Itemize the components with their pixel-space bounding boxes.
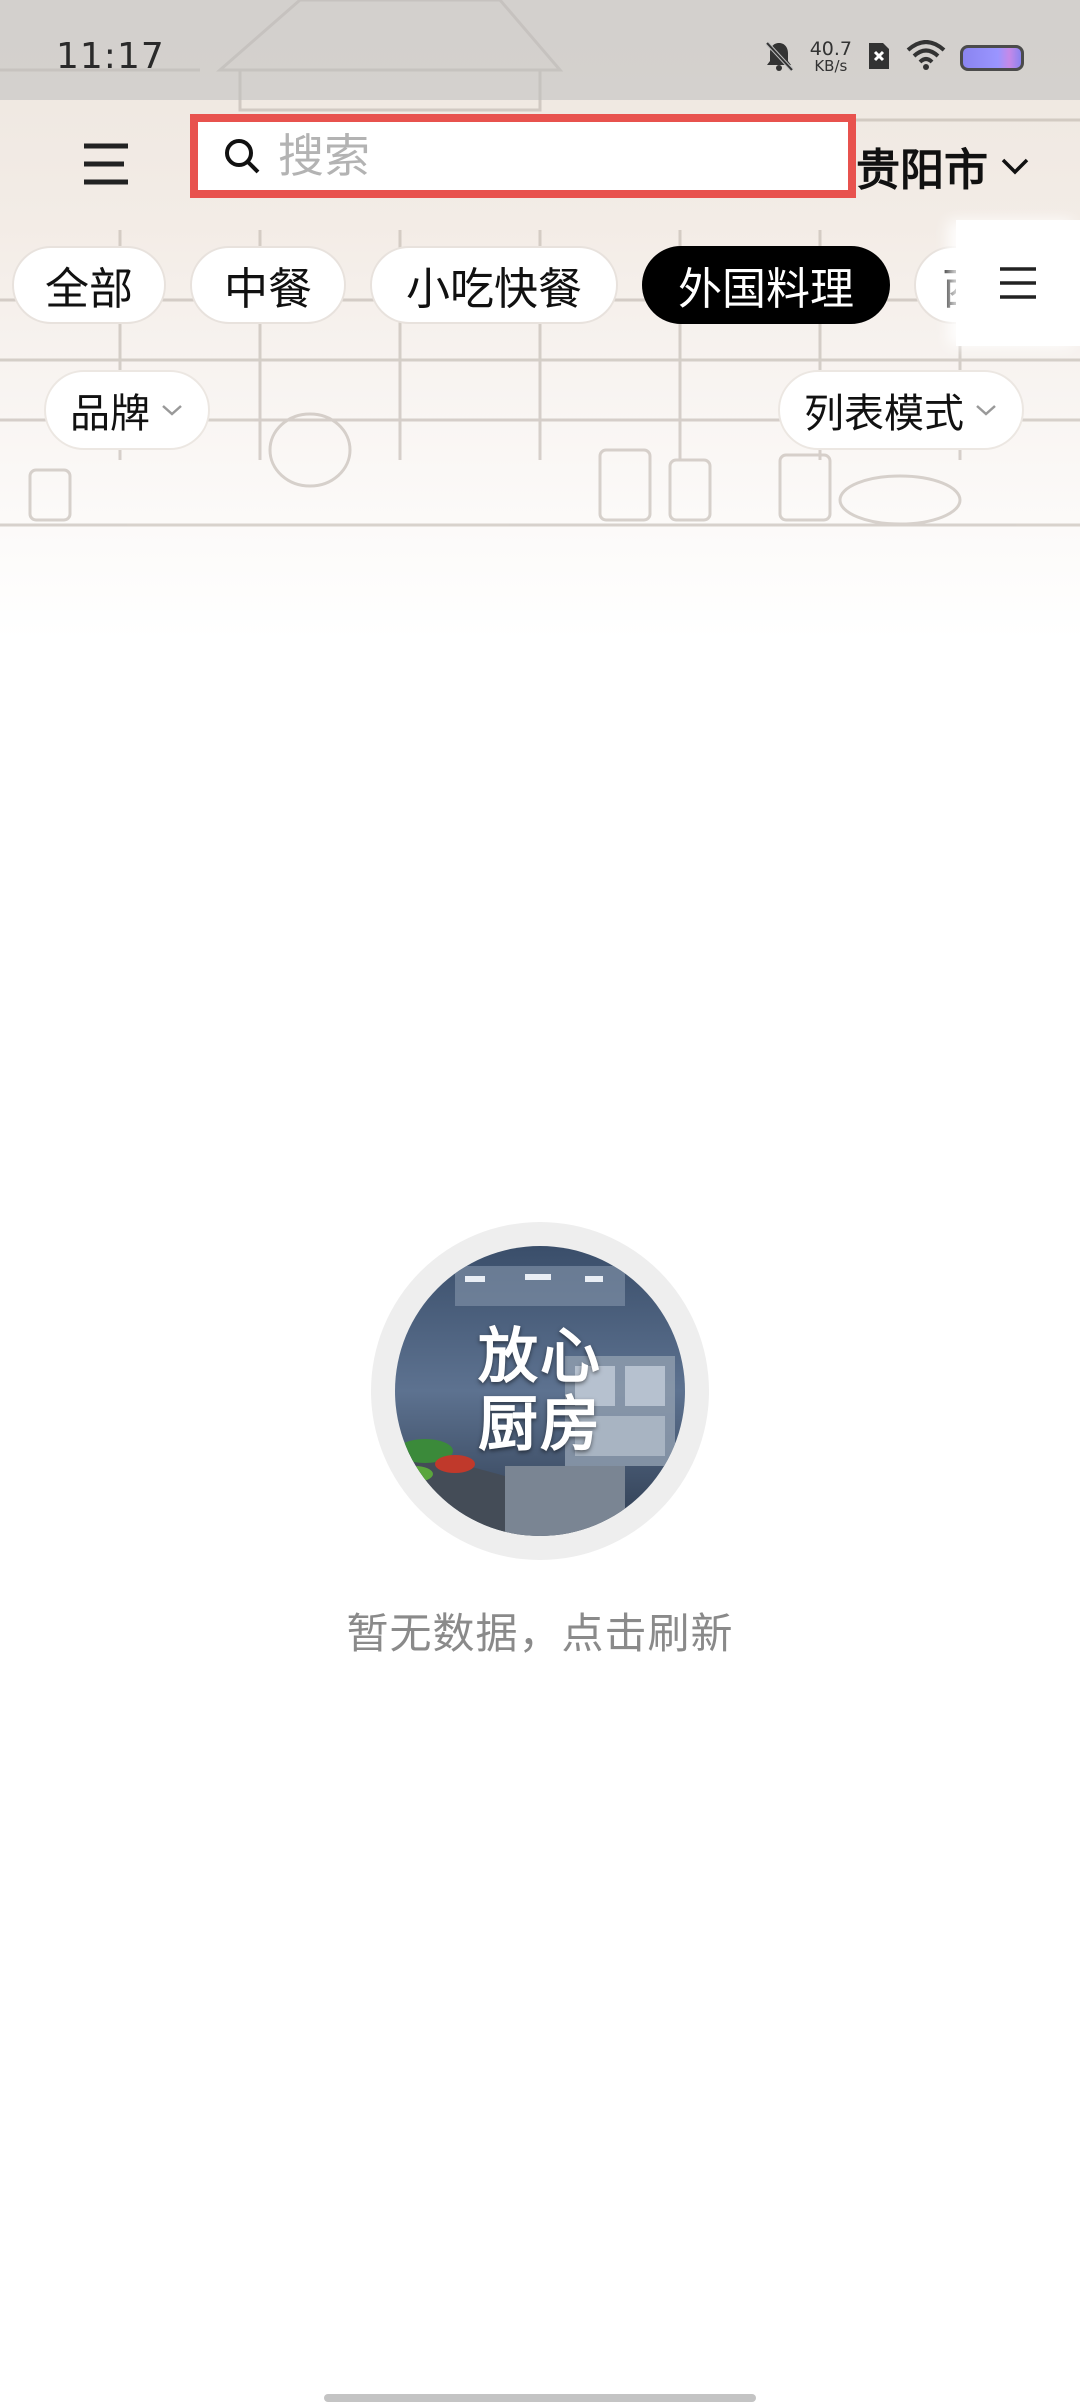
tab-all[interactable]: 全部 (12, 246, 166, 324)
view-mode-label: 列表模式 (804, 391, 964, 437)
top-bar: 贵阳市 (0, 100, 1080, 230)
sim-x-icon (866, 40, 892, 76)
tab-label: 小吃快餐 (406, 264, 582, 315)
battery-icon (960, 45, 1024, 71)
wifi-icon (906, 40, 946, 76)
network-speed-value: 40.7 (809, 38, 852, 60)
search-inner (198, 122, 848, 190)
city-label: 贵阳市 (856, 145, 988, 196)
view-mode-dropdown[interactable]: 列表模式 (778, 370, 1024, 450)
brand-filter-dropdown[interactable]: 品牌 (44, 370, 210, 450)
category-more-button[interactable] (956, 220, 1080, 346)
category-tabs: 全部 中餐 小吃快餐 外国料理 西 (0, 220, 1080, 346)
search-box[interactable] (190, 114, 856, 198)
kitchen-logo-image: 放心 厨房 (395, 1246, 685, 1536)
tab-chinese[interactable]: 中餐 (190, 246, 346, 324)
list-menu-icon (1000, 267, 1036, 299)
network-speed: 40.7 KB/s (809, 38, 852, 75)
logo-line-2: 厨房 (478, 1390, 602, 1460)
logo-text: 放心 厨房 (395, 1246, 685, 1536)
app-screen: 11:17 40.7 KB/s 搜索 贵阳市 全部 中餐 小吃快餐 外国料理 品… (0, 0, 1080, 2408)
tab-foreign-cuisine[interactable]: 外国料理 (642, 246, 890, 324)
logo-line-1: 放心 (478, 1322, 602, 1392)
status-bar: 11:17 40.7 KB/s (0, 0, 1080, 100)
empty-state-message: 暂无数据，点击刷新 (346, 1609, 734, 1658)
city-selector[interactable]: 贵阳市 (856, 134, 1030, 198)
bell-muted-icon (762, 39, 796, 77)
empty-state-refresh[interactable]: 放心 厨房 暂无数据，点击刷新 (0, 1222, 1080, 1661)
home-indicator[interactable] (324, 2394, 756, 2402)
hamburger-menu-icon (84, 143, 128, 185)
tab-label: 外国料理 (678, 264, 854, 315)
chevron-down-icon (1001, 158, 1029, 175)
search-icon (225, 139, 260, 174)
hamburger-menu-button[interactable] (78, 134, 138, 194)
network-speed-unit: KB/s (814, 57, 848, 75)
search-input[interactable] (276, 128, 800, 184)
tab-snacks-fastfood[interactable]: 小吃快餐 (370, 246, 618, 324)
empty-state-logo: 放心 厨房 (371, 1222, 709, 1560)
brand-filter-label: 品牌 (70, 391, 150, 437)
chevron-down-icon (162, 405, 182, 416)
status-time: 11:17 (56, 36, 165, 77)
tab-label: 中餐 (224, 264, 312, 315)
status-icons: 40.7 KB/s (762, 38, 1024, 78)
chevron-down-icon (976, 405, 996, 416)
tab-label: 全部 (45, 264, 133, 315)
